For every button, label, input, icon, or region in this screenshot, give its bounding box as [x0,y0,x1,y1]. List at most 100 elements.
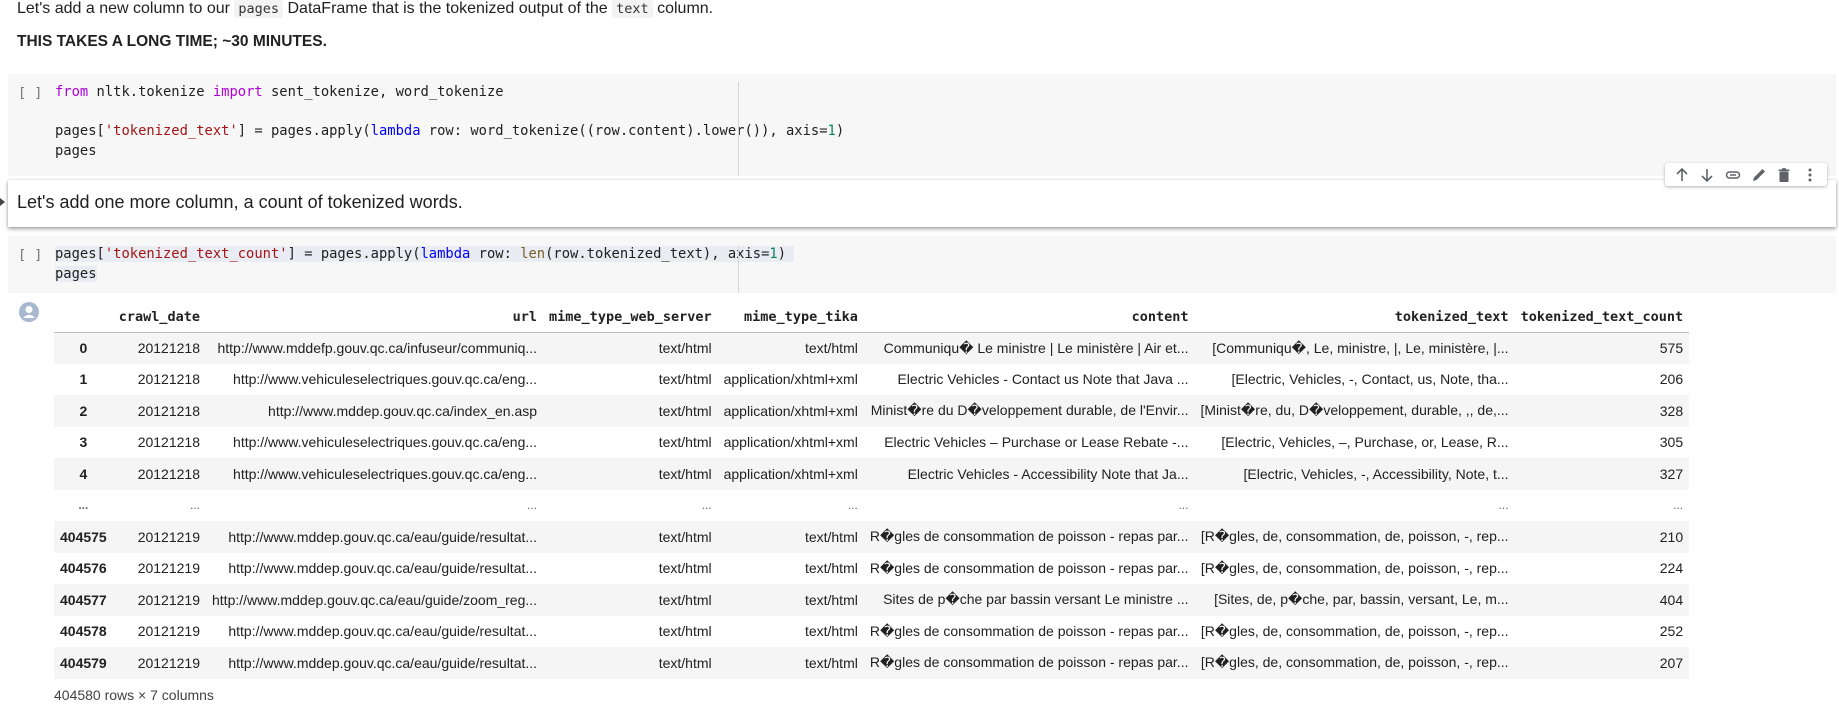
move-down-button[interactable] [1697,165,1717,185]
column-header: mime_type_tika [717,302,864,333]
table-cell: ... [1498,498,1509,513]
intro-text: DataFrame that is the tokenized output o… [283,0,613,17]
line-length-ruler [738,82,739,176]
string-token: 'tokenized_text' [104,123,238,139]
number-token: 1 [769,246,778,262]
table-cell: text/html [658,528,712,545]
table-cell: 20121218 [137,465,200,482]
table-cell: [Sites, de, p�che, par, bassin, versant,… [1214,591,1509,608]
code-token: row: word_tokenize((row.content).lower()… [420,123,828,139]
code-token: ] = pages.apply( [237,123,371,139]
intro-text: Let's add a new column to our [17,0,235,17]
table-cell: http://www.vehiculeselectriques.gouv.qc.… [233,371,538,388]
table-cell: text/html [804,591,858,608]
table-cell: Communiqu� Le ministre | Le ministère | … [883,339,1189,356]
inline-code-text: text [612,0,653,18]
arrow-down-icon [1701,168,1714,182]
table-cell: Electric Vehicles - Contact us Note that… [897,371,1189,388]
table-row: ........................ [54,489,1690,521]
keyword-token: from [55,84,89,100]
link-icon [1725,170,1741,179]
table-cell: R�gles de consommation de poisson - repa… [869,622,1189,639]
row-index: 2 [79,402,88,419]
table-cell: Minist�re du D�veloppement durable, de l… [870,402,1189,419]
keyword-token: import [212,84,263,100]
table-cell: Electric Vehicles - Accessibility Note t… [907,465,1189,482]
table-cell: [R�gles, de, consommation, de, poisson, … [1200,622,1509,639]
table-cell: 20121219 [137,623,200,640]
row-index: 404578 [60,623,107,640]
column-header: tokenized_text_count [1514,302,1690,333]
row-index: 404579 [60,654,107,671]
table-cell: 575 [1659,340,1684,356]
table-cell: 20121219 [137,654,200,671]
table-cell: 20121218 [137,371,200,388]
delete-button[interactable] [1774,165,1794,185]
code-token: row: [470,246,521,262]
table-cell: 252 [1659,623,1684,640]
column-header: url [206,302,544,333]
run-cell-button[interactable]: [ ] [18,85,42,101]
table-cell: http://www.mddep.gouv.qc.ca/eau/guide/re… [228,560,538,577]
code-token: pages[ [55,123,105,139]
table-cell: application/xhtml+xml [723,402,858,419]
table-cell: text/html [658,434,712,451]
table-cell: 20121218 [137,434,200,451]
table-cell: text/html [804,560,858,577]
table-row: 1 20121218 http://www.vehiculeselectriques… [54,364,1689,396]
code-cell-tokenize[interactable]: [ ] from nltk.tokenize import sent_token… [8,74,1836,176]
table-cell: application/xhtml+xml [723,465,858,482]
user-avatar-icon [19,302,39,322]
number-token: 1 [827,123,836,139]
table-cell: http://www.mddep.gouv.qc.ca/eau/guide/re… [228,623,538,640]
table-cell: http://www.mddep.gouv.qc.ca/eau/guide/re… [228,654,538,671]
table-cell: http://www.mddefp.gouv.qc.ca/infuseur/co… [217,340,538,356]
run-cell-button[interactable]: [ ] [18,247,42,263]
table-row: 404578 20121219 http://www.mddep.gouv.qc.c… [54,616,1689,648]
code-editor[interactable]: from nltk.tokenize import sent_tokenize,… [55,83,844,161]
code-token: pages [55,265,97,282]
code-editor[interactable]: pages['tokenized_text_count'] = pages.ap… [55,245,795,284]
dataframe-table: crawl_date url mime_type_web_server mime_ty… [54,302,1690,679]
table-cell: ... [1178,498,1189,513]
table-cell: [Electric, Vehicles, –, Purchase, or, Le… [1221,434,1509,451]
table-cell: [Minist�re, du, D�veloppement, durable, … [1200,402,1509,419]
table-cell: application/xhtml+xml [723,371,858,388]
table-cell: ... [847,498,858,513]
copy-link-button[interactable] [1723,165,1743,185]
table-row: 2 20121218 http://www.mddep.gouv.qc.ca/ind… [54,395,1690,427]
table-cell: http://www.mddep.gouv.qc.ca/eau/guide/re… [228,528,538,545]
row-index: 4 [79,465,88,482]
table-cell: http://www.mddep.gouv.qc.ca/eau/guide/zo… [212,591,538,608]
table-cell: 328 [1659,402,1684,419]
collapse-arrow-icon[interactable] [0,198,5,206]
trash-icon [1778,167,1790,182]
intro-text: column. [652,0,714,17]
more-actions-button[interactable] [1800,165,1820,185]
markdown-cell-selected[interactable]: Let's add one more column, a count of to… [8,180,1836,227]
table-cell: 20121218 [137,340,200,356]
keyword-token: lambda [420,246,471,262]
code-line-highlight: pages['tokenized_text_count'] = pages.ap… [55,246,795,262]
table-cell: ... [527,498,538,513]
table-cell: 20121219 [137,560,200,577]
code-token: (row.tokenized_text), axis= [545,246,770,262]
builtin-token: len [520,246,546,262]
table-cell: R�gles de consommation de poisson - repa… [869,559,1189,576]
table-cell: 404 [1659,591,1684,608]
arrow-up-icon [1676,167,1688,181]
table-cell: ... [1673,498,1684,513]
dataframe-shape: 404580 rows × 7 columns [54,687,214,703]
code-token: ) [835,123,845,139]
code-cell-token-count[interactable]: [ ] pages['tokenized_text_count'] = page… [8,236,1836,293]
table-cell: R�gles de consommation de poisson - repa… [869,654,1189,671]
move-up-button[interactable] [1672,165,1692,185]
cell-toolbar [1665,163,1827,186]
code-token: pages[ [55,246,105,262]
table-cell: 224 [1659,560,1684,577]
table-cell: Electric Vehicles – Purchase or Lease Re… [884,434,1189,451]
table-cell: 20121219 [137,528,200,545]
table-cell: 206 [1659,371,1684,388]
edit-button[interactable] [1749,165,1769,185]
string-token: 'tokenized_text_count' [104,246,288,262]
